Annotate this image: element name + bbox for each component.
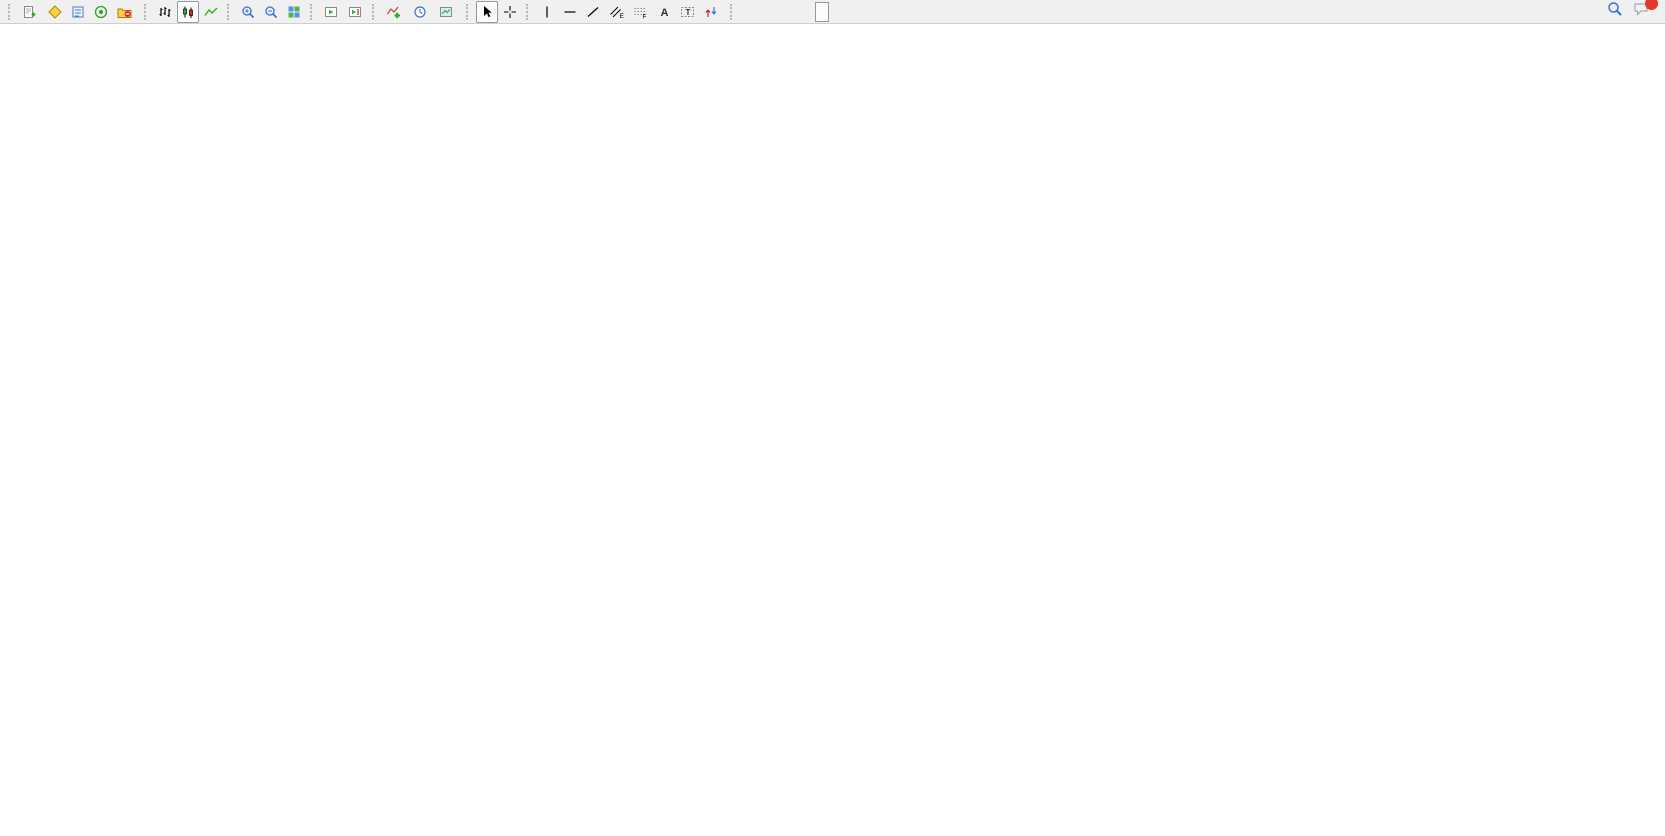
channel-icon: E	[609, 5, 624, 19]
bar-chart-icon	[158, 5, 172, 19]
timeframe-m15[interactable]	[770, 2, 784, 22]
text-label-tool-button[interactable]: T	[676, 1, 699, 23]
market-watch-icon	[48, 5, 62, 19]
autotrading-icon	[117, 5, 132, 19]
svg-text:T: T	[686, 8, 691, 17]
text-icon: A	[657, 5, 671, 19]
crosshair-icon	[503, 5, 517, 19]
vertical-line-tool-button[interactable]	[536, 1, 558, 23]
timeframe-h4[interactable]	[815, 2, 829, 22]
text-tool-button[interactable]: A	[653, 1, 675, 23]
chart-canvas[interactable]	[0, 24, 1665, 836]
svg-text:E: E	[620, 13, 625, 19]
new-order-button[interactable]	[18, 1, 43, 23]
auto-scroll-button[interactable]	[320, 1, 343, 23]
toolbar-grip	[310, 4, 315, 20]
chat-button[interactable]	[1633, 1, 1651, 22]
candlestick-chart-icon	[181, 5, 195, 19]
navigator-icon	[94, 5, 108, 19]
autotrading-button[interactable]	[113, 1, 139, 23]
toolbar-grip	[227, 4, 232, 20]
data-window-icon	[71, 5, 85, 19]
auto-scroll-icon	[324, 5, 339, 19]
toolbar-grip	[372, 4, 377, 20]
chart-window[interactable]	[0, 24, 1665, 836]
cursor-icon	[480, 5, 494, 19]
zoom-out-icon	[264, 5, 278, 19]
cursor-tool-button[interactable]	[476, 1, 498, 23]
indicators-button[interactable]	[382, 1, 408, 23]
toolbar-grip	[144, 4, 149, 20]
svg-text:F: F	[643, 13, 647, 19]
vertical-line-icon	[540, 5, 554, 19]
chart-shift-icon	[348, 5, 363, 19]
indicators-icon	[386, 5, 401, 19]
toolbar-grip	[526, 4, 531, 20]
timeframe-mn[interactable]	[860, 2, 874, 22]
zoom-in-button[interactable]	[237, 1, 259, 23]
templates-button[interactable]	[435, 1, 461, 23]
periods-button[interactable]	[409, 1, 434, 23]
equidistant-channel-tool-button[interactable]: E	[605, 1, 628, 23]
chart-bars-button[interactable]	[154, 1, 176, 23]
trendline-icon	[586, 5, 600, 19]
template-icon	[439, 5, 454, 19]
timeframe-m5[interactable]	[755, 2, 769, 22]
timeframe-d1[interactable]	[830, 2, 844, 22]
tile-windows-icon	[287, 5, 301, 19]
toolbar-grip	[730, 4, 735, 20]
chart-candles-button[interactable]	[177, 1, 199, 23]
fibonacci-icon: F	[633, 5, 648, 19]
search-icon[interactable]	[1607, 1, 1623, 22]
navigator-button[interactable]	[90, 1, 112, 23]
zoom-in-icon	[241, 5, 255, 19]
clock-icon	[413, 5, 427, 19]
toolbar-grip	[466, 4, 471, 20]
timeframe-m30[interactable]	[785, 2, 799, 22]
market-watch-button[interactable]	[44, 1, 66, 23]
toolbar-grip	[8, 4, 13, 20]
crosshair-tool-button[interactable]	[499, 1, 521, 23]
tile-windows-button[interactable]	[283, 1, 305, 23]
chart-shift-button[interactable]	[344, 1, 367, 23]
timeframe-h1[interactable]	[800, 2, 814, 22]
svg-text:A: A	[661, 7, 669, 19]
chart-line-button[interactable]	[200, 1, 222, 23]
notification-badge	[1645, 0, 1658, 10]
fibonacci-tool-button[interactable]: F	[629, 1, 652, 23]
horizontal-line-icon	[563, 5, 577, 19]
arrows-tool-button[interactable]	[700, 1, 725, 23]
main-toolbar: E F A T	[0, 0, 1665, 24]
timeframe-w1[interactable]	[845, 2, 859, 22]
text-label-icon: T	[680, 5, 695, 19]
new-order-icon	[22, 5, 36, 19]
horizontal-line-tool-button[interactable]	[559, 1, 581, 23]
data-window-button[interactable]	[67, 1, 89, 23]
zoom-out-button[interactable]	[260, 1, 282, 23]
arrows-icon	[704, 5, 718, 19]
timeframe-m1[interactable]	[740, 2, 754, 22]
trendline-tool-button[interactable]	[582, 1, 604, 23]
line-chart-icon	[204, 5, 218, 19]
